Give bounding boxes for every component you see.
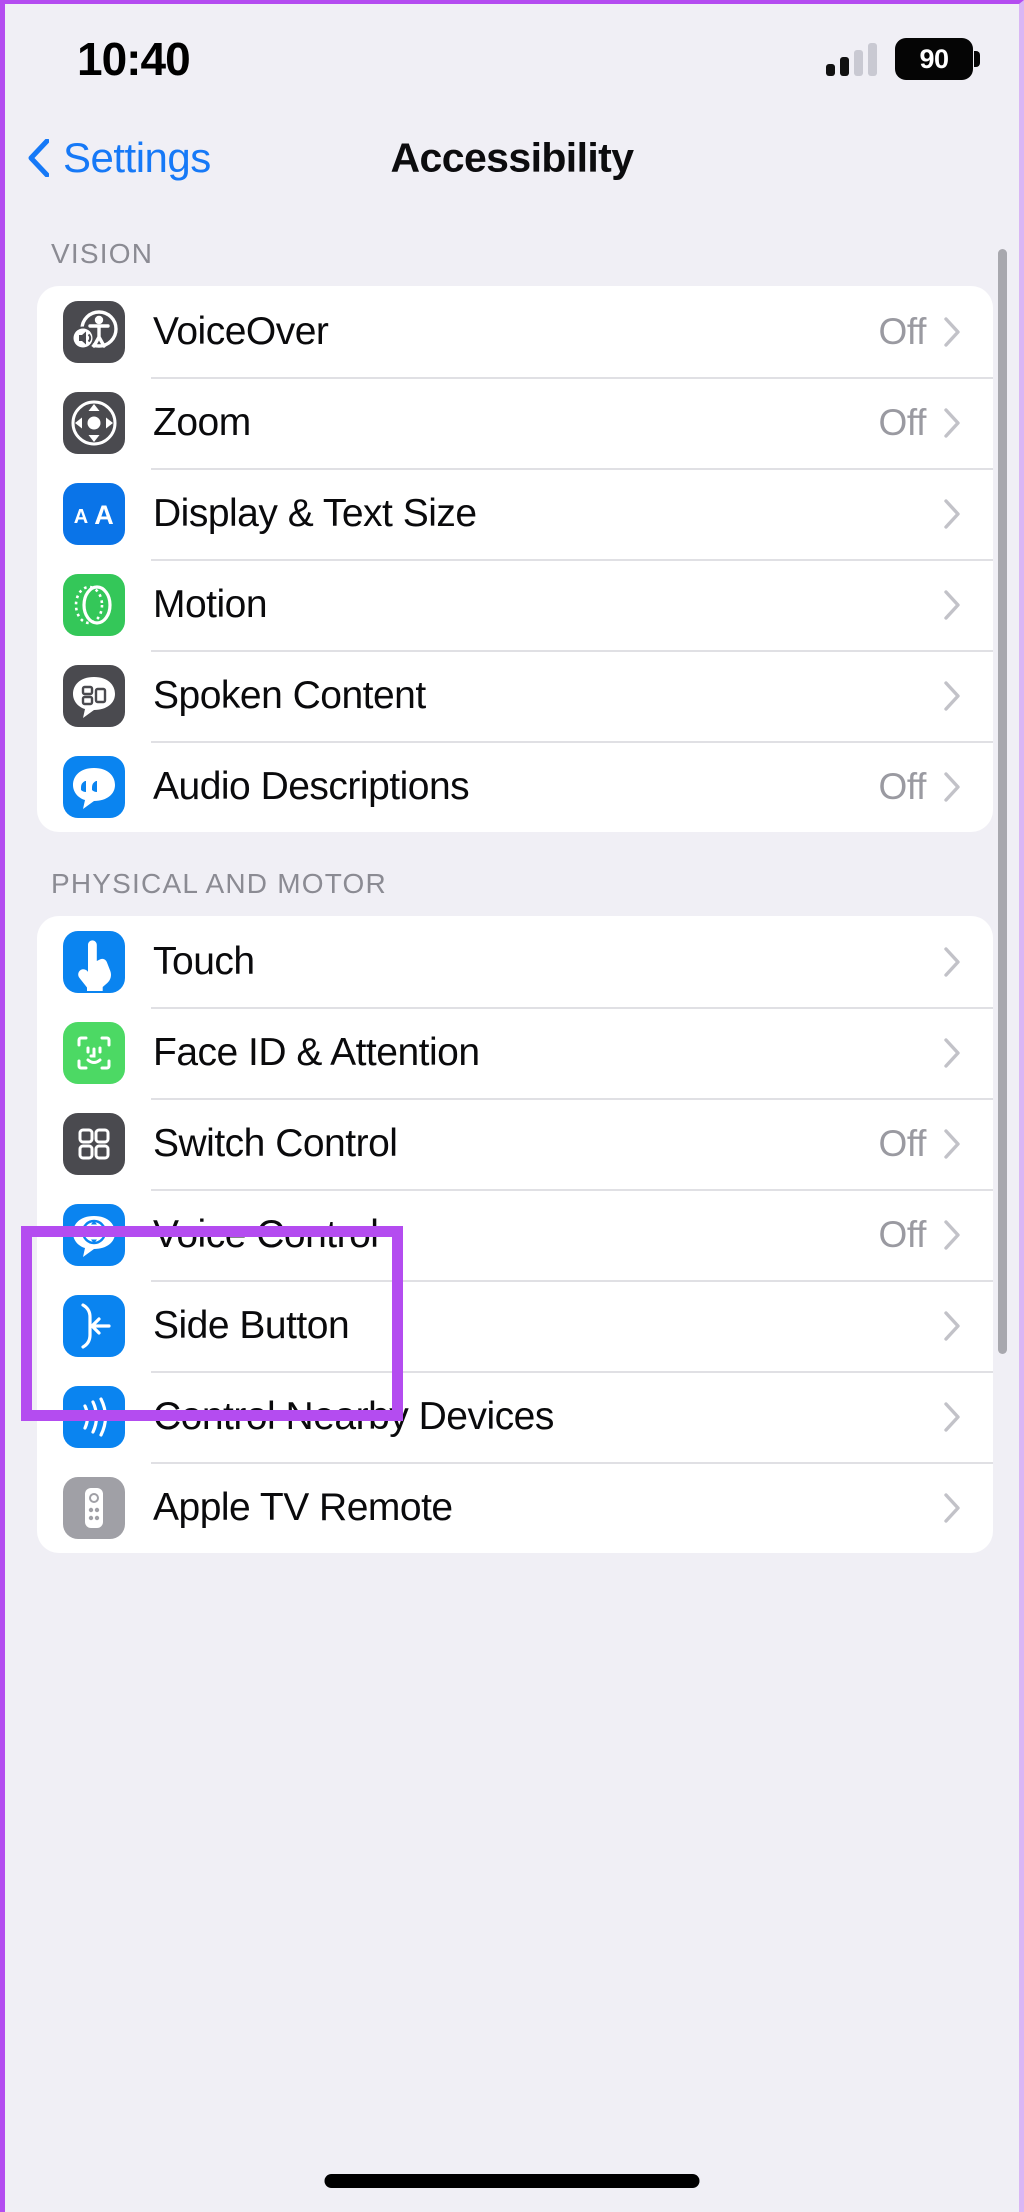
voice-control-icon [63,1203,125,1266]
status-bar-indicators: 90 [826,38,980,80]
svg-text:A: A [94,500,114,530]
settings-row-label: Face ID & Attention [153,1030,480,1074]
settings-row-label: Control Nearby Devices [153,1394,554,1438]
settings-row-switch-control[interactable]: Switch Control Off [37,1098,993,1189]
settings-row-value: Off [878,310,927,352]
section-header-physical-and-motor: PHYSICAL AND MOTOR [51,868,387,899]
navigation-bar: Settings Accessibility [5,114,1019,202]
chevron-right-icon [944,498,960,529]
settings-row-side-button[interactable]: Side Button [37,1280,993,1371]
chevron-right-icon [944,680,960,711]
voiceover-icon [63,300,125,363]
control-nearby-devices-icon [63,1385,125,1448]
chevron-right-icon [944,1037,960,1068]
chevron-right-icon [944,1310,960,1341]
motion-icon [63,573,125,636]
chevron-right-icon [944,771,960,802]
settings-row-label: Display & Text Size [153,491,477,535]
status-bar: 10:40 90 [5,4,1019,114]
settings-row-display-text-size[interactable]: A A Display & Text Size [37,468,993,559]
settings-row-value: Off [878,765,927,807]
home-indicator [324,2174,700,2188]
settings-row-value: Off [878,401,927,443]
settings-row-label: Switch Control [153,1121,398,1165]
audio-descriptions-icon [63,755,125,818]
chevron-right-icon [944,316,960,347]
section-header-vision: VISION [51,238,154,269]
spoken-content-icon [63,664,125,727]
settings-row-motion[interactable]: Motion [37,559,993,650]
vertical-scrollbar[interactable] [998,249,1007,1354]
settings-row-voice-control[interactable]: Voice Control Off [37,1189,993,1280]
iphone-screen: 10:40 90 Settings Accessibility VISION V… [0,0,1024,2212]
settings-row-value: Off [878,1213,927,1255]
settings-row-label: Voice Control [153,1212,379,1256]
settings-row-audio-descriptions[interactable]: Audio Descriptions Off [37,741,993,832]
chevron-right-icon [944,1219,960,1250]
settings-row-label: VoiceOver [153,309,329,353]
settings-row-value: Off [878,1122,927,1164]
section-card-vision: VoiceOver Off Zoom Off A A Display & Tex… [37,286,993,832]
face-id-icon [63,1021,125,1084]
chevron-right-icon [944,946,960,977]
settings-row-label: Touch [153,939,255,983]
settings-row-label: Audio Descriptions [153,764,470,808]
settings-row-label: Spoken Content [153,673,426,717]
apple-tv-remote-icon [63,1476,125,1539]
settings-row-face-id-attention[interactable]: Face ID & Attention [37,1007,993,1098]
battery-icon: 90 [895,38,980,80]
settings-row-label: Apple TV Remote [153,1485,453,1529]
battery-level-label: 90 [919,43,949,74]
zoom-icon [63,391,125,454]
chevron-right-icon [944,1492,960,1523]
chevron-right-icon [944,589,960,620]
display-text-size-icon: A A [63,482,125,545]
settings-row-label: Motion [153,582,268,626]
chevron-right-icon [944,1128,960,1159]
section-card-physical-and-motor: Touch Face ID & Attention Switch Control… [37,916,993,1553]
settings-row-control-nearby-devices[interactable]: Control Nearby Devices [37,1371,993,1462]
settings-list[interactable]: VISION VoiceOver Off Zoom Off A A Displa… [5,202,1019,2212]
settings-row-spoken-content[interactable]: Spoken Content [37,650,993,741]
settings-row-voiceover[interactable]: VoiceOver Off [37,286,993,377]
settings-row-apple-tv-remote[interactable]: Apple TV Remote [37,1462,993,1553]
page-title: Accessibility [390,134,634,181]
touch-icon [63,930,125,993]
settings-row-zoom[interactable]: Zoom Off [37,377,993,468]
cellular-signal-icon [826,42,877,76]
chevron-right-icon [944,1401,960,1432]
switch-control-icon [63,1112,125,1175]
status-bar-time: 10:40 [77,33,191,85]
settings-row-label: Zoom [153,400,251,444]
side-button-icon [63,1294,125,1357]
chevron-right-icon [944,407,960,438]
settings-row-touch[interactable]: Touch [37,916,993,1007]
settings-row-label: Side Button [153,1303,350,1347]
svg-text:A: A [74,506,88,528]
